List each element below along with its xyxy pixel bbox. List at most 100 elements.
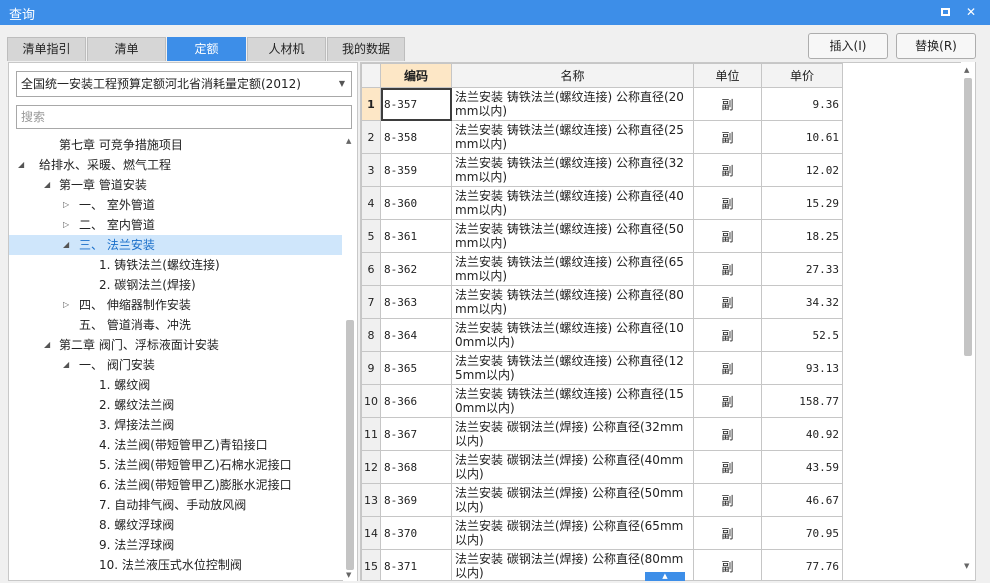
price-cell[interactable]: 34.32	[761, 285, 843, 319]
name-cell[interactable]: 法兰安装 铸铁法兰(螺纹连接) 公称直径(20mm以内)	[451, 87, 694, 121]
price-cell[interactable]: 10.61	[761, 120, 843, 154]
tree-item[interactable]: 6. 法兰阀(带短管甲乙)膨胀水泥接口	[9, 475, 342, 495]
column-header-price[interactable]: 单价	[761, 63, 843, 88]
code-cell[interactable]: 8-366	[380, 384, 452, 418]
expand-icon[interactable]: ▷	[63, 295, 73, 315]
price-cell[interactable]: 93.13	[761, 351, 843, 385]
tree-item[interactable]: ▷ 四、 伸缩器制作安装	[9, 295, 342, 315]
replace-button[interactable]: 替换(R)	[896, 33, 976, 59]
panel-splitter-handle[interactable]: ▲	[645, 572, 685, 581]
tree-item[interactable]: 8. 螺纹浮球阀	[9, 515, 342, 535]
code-cell[interactable]: 8-360	[380, 186, 452, 220]
code-cell[interactable]: 8-357	[380, 87, 452, 121]
tree-item[interactable]: 7. 自动排气阀、手动放风阀	[9, 495, 342, 515]
unit-cell[interactable]: 副	[693, 450, 762, 484]
collapse-icon[interactable]: ◢	[63, 235, 73, 255]
expand-icon[interactable]: ▷	[63, 195, 73, 215]
name-cell[interactable]: 法兰安装 碳钢法兰(焊接) 公称直径(32mm以内)	[451, 417, 694, 451]
unit-cell[interactable]: 副	[693, 120, 762, 154]
tree-item[interactable]: 五、 管道消毒、冲洗	[9, 315, 342, 335]
code-cell[interactable]: 8-358	[380, 120, 452, 154]
tree-scrollbar[interactable]: ▲ ▼	[343, 135, 357, 581]
code-cell[interactable]: 8-364	[380, 318, 452, 352]
table-row[interactable]: 11 8-367 法兰安装 碳钢法兰(焊接) 公称直径(32mm以内) 副 40…	[361, 417, 843, 451]
code-cell[interactable]: 8-361	[380, 219, 452, 253]
unit-cell[interactable]: 副	[693, 87, 762, 121]
scroll-up-icon[interactable]: ▲	[964, 66, 969, 74]
tree-item-selected[interactable]: ◢ 三、 法兰安装	[9, 235, 342, 255]
table-row[interactable]: 5 8-361 法兰安装 铸铁法兰(螺纹连接) 公称直径(50mm以内) 副 1…	[361, 219, 843, 253]
tree-item[interactable]: 2. 螺纹法兰阀	[9, 395, 342, 415]
table-row[interactable]: 1 8-357 法兰安装 铸铁法兰(螺纹连接) 公称直径(20mm以内) 副 9…	[361, 87, 843, 121]
tab-list-guide[interactable]: 清单指引	[7, 37, 86, 61]
code-cell[interactable]: 8-367	[380, 417, 452, 451]
tree-item[interactable]: 第七章 可竞争措施项目	[9, 135, 342, 155]
price-cell[interactable]: 70.95	[761, 516, 843, 550]
price-cell[interactable]: 12.02	[761, 153, 843, 187]
collapse-icon[interactable]: ◢	[44, 175, 54, 195]
unit-cell[interactable]: 副	[693, 549, 762, 580]
tree-item[interactable]: 4. 法兰阀(带短管甲乙)青铅接口	[9, 435, 342, 455]
price-cell[interactable]: 158.77	[761, 384, 843, 418]
scrollbar-thumb[interactable]	[346, 320, 354, 570]
name-cell[interactable]: 法兰安装 碳钢法兰(焊接) 公称直径(65mm以内)	[451, 516, 694, 550]
table-row[interactable]: 4 8-360 法兰安装 铸铁法兰(螺纹连接) 公称直径(40mm以内) 副 1…	[361, 186, 843, 220]
tree-item[interactable]: 2. 碳钢法兰(焊接)	[9, 275, 342, 295]
table-row[interactable]: 9 8-365 法兰安装 铸铁法兰(螺纹连接) 公称直径(125mm以内) 副 …	[361, 351, 843, 385]
table-row[interactable]: 6 8-362 法兰安装 铸铁法兰(螺纹连接) 公称直径(65mm以内) 副 2…	[361, 252, 843, 286]
tree-item[interactable]: ▷ 一、 室外管道	[9, 195, 342, 215]
name-cell[interactable]: 法兰安装 铸铁法兰(螺纹连接) 公称直径(50mm以内)	[451, 219, 694, 253]
code-cell[interactable]: 8-369	[380, 483, 452, 517]
price-cell[interactable]: 52.5	[761, 318, 843, 352]
grid-scrollbar[interactable]: ▲ ▼	[961, 62, 975, 574]
collapse-icon[interactable]: ◢	[44, 335, 54, 355]
name-cell[interactable]: 法兰安装 碳钢法兰(焊接) 公称直径(40mm以内)	[451, 450, 694, 484]
insert-button[interactable]: 插入(I)	[808, 33, 888, 59]
price-cell[interactable]: 27.33	[761, 252, 843, 286]
unit-cell[interactable]: 副	[693, 285, 762, 319]
name-cell[interactable]: 法兰安装 铸铁法兰(螺纹连接) 公称直径(100mm以内)	[451, 318, 694, 352]
name-cell[interactable]: 法兰安装 铸铁法兰(螺纹连接) 公称直径(65mm以内)	[451, 252, 694, 286]
unit-cell[interactable]: 副	[693, 252, 762, 286]
restore-button[interactable]	[936, 3, 954, 21]
scroll-down-icon[interactable]: ▼	[964, 562, 969, 570]
table-row[interactable]: 2 8-358 法兰安装 铸铁法兰(螺纹连接) 公称直径(25mm以内) 副 1…	[361, 120, 843, 154]
code-cell[interactable]: 8-365	[380, 351, 452, 385]
quota-library-select[interactable]: 全国统一安装工程预算定额河北省消耗量定额(2012) ▼	[16, 71, 352, 97]
collapse-icon[interactable]: ◢	[63, 355, 73, 375]
scroll-up-icon[interactable]: ▲	[346, 137, 351, 145]
unit-cell[interactable]: 副	[693, 186, 762, 220]
scrollbar-thumb[interactable]	[964, 78, 972, 356]
column-header-name[interactable]: 名称	[451, 63, 694, 88]
tree-item[interactable]: 3. 焊接法兰阀	[9, 415, 342, 435]
table-row[interactable]: 3 8-359 法兰安装 铸铁法兰(螺纹连接) 公称直径(32mm以内) 副 1…	[361, 153, 843, 187]
tab-labor-material-machine[interactable]: 人材机	[247, 37, 326, 61]
unit-cell[interactable]: 副	[693, 219, 762, 253]
price-cell[interactable]: 46.67	[761, 483, 843, 517]
table-row[interactable]: 15 8-371 法兰安装 碳钢法兰(焊接) 公称直径(80mm以内) 副 77…	[361, 549, 843, 580]
collapse-icon[interactable]: ◢	[18, 155, 28, 175]
search-input[interactable]	[16, 105, 352, 129]
table-row[interactable]: 13 8-369 法兰安装 碳钢法兰(焊接) 公称直径(50mm以内) 副 46…	[361, 483, 843, 517]
name-cell[interactable]: 法兰安装 铸铁法兰(螺纹连接) 公称直径(80mm以内)	[451, 285, 694, 319]
tree-item[interactable]: ◢ 第一章 管道安装	[9, 175, 342, 195]
code-cell[interactable]: 8-368	[380, 450, 452, 484]
table-row[interactable]: 7 8-363 法兰安装 铸铁法兰(螺纹连接) 公称直径(80mm以内) 副 3…	[361, 285, 843, 319]
table-row[interactable]: 8 8-364 法兰安装 铸铁法兰(螺纹连接) 公称直径(100mm以内) 副 …	[361, 318, 843, 352]
tree-item[interactable]: 10. 法兰液压式水位控制阀	[9, 555, 342, 575]
price-cell[interactable]: 15.29	[761, 186, 843, 220]
price-cell[interactable]: 18.25	[761, 219, 843, 253]
price-cell[interactable]: 40.92	[761, 417, 843, 451]
price-cell[interactable]: 9.36	[761, 87, 843, 121]
price-cell[interactable]: 43.59	[761, 450, 843, 484]
tree-item[interactable]: ◢ 给排水、采暖、燃气工程	[9, 155, 342, 175]
tab-list[interactable]: 清单	[87, 37, 166, 61]
tree-item[interactable]: ◢ 第二章 阀门、浮标液面计安装	[9, 335, 342, 355]
unit-cell[interactable]: 副	[693, 384, 762, 418]
table-row[interactable]: 12 8-368 法兰安装 碳钢法兰(焊接) 公称直径(40mm以内) 副 43…	[361, 450, 843, 484]
close-button[interactable]: ✕	[962, 3, 980, 21]
code-cell[interactable]: 8-370	[380, 516, 452, 550]
name-cell[interactable]: 法兰安装 铸铁法兰(螺纹连接) 公称直径(32mm以内)	[451, 153, 694, 187]
unit-cell[interactable]: 副	[693, 318, 762, 352]
unit-cell[interactable]: 副	[693, 483, 762, 517]
